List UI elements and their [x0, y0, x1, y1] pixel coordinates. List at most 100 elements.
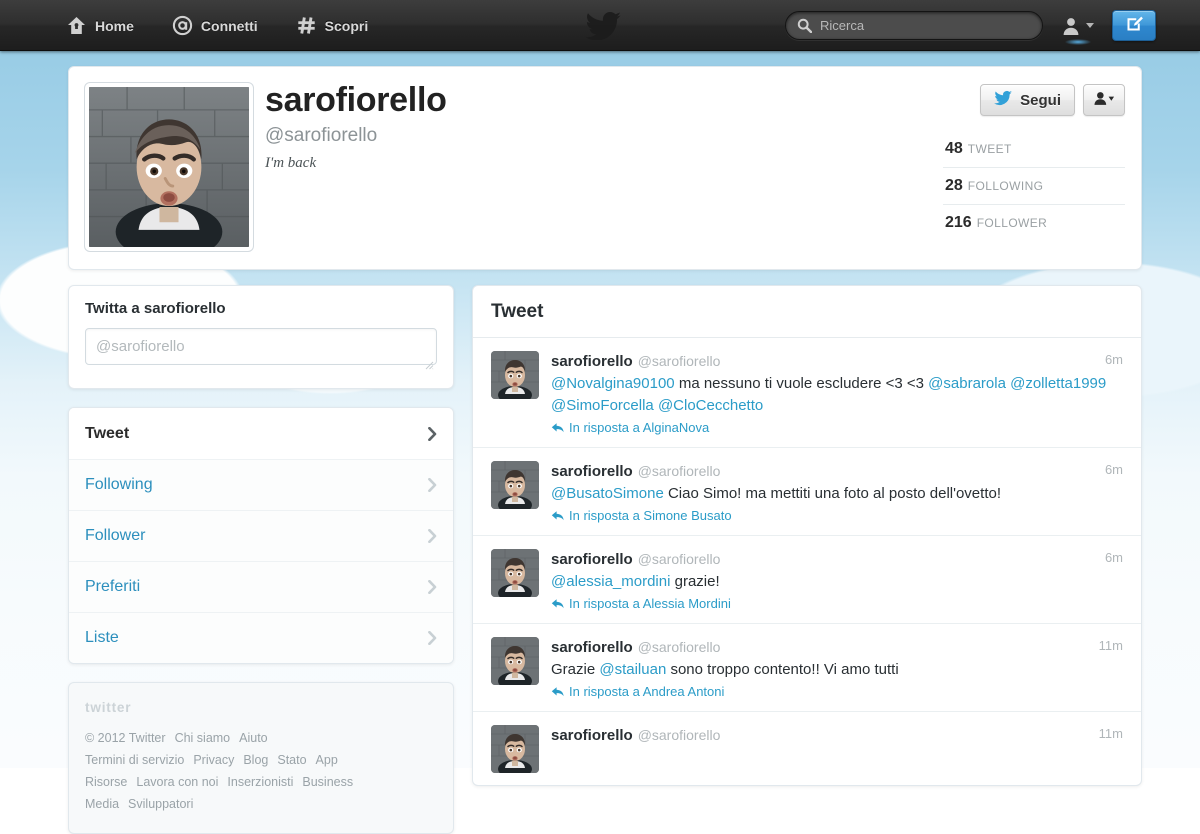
chevron-right-icon: [428, 580, 437, 599]
footer-link-chi-siamo[interactable]: Chi siamo: [175, 731, 231, 745]
footer-link-privacy[interactable]: Privacy: [193, 753, 234, 767]
tweet-timestamp[interactable]: 6m: [1105, 550, 1123, 565]
footer-line-4: Media Sviluppatori: [85, 793, 437, 815]
profile-actions: Segui: [980, 84, 1125, 116]
tweet-timestamp[interactable]: 11m: [1099, 726, 1123, 741]
tweet-mention-link[interactable]: @stailuan: [599, 661, 666, 678]
tweet-mention-link[interactable]: @SimoForcella: [551, 397, 654, 414]
tweet-mention-link[interactable]: @alessia_mordini: [551, 573, 670, 590]
tweet-author-name[interactable]: sarofiorello: [551, 463, 633, 480]
tweet-author-handle[interactable]: @sarofiorello: [638, 639, 721, 655]
tweet-author-handle[interactable]: @sarofiorello: [638, 551, 721, 567]
tweet-item[interactable]: sarofiorello @sarofiorello Grazie @stailua…: [473, 623, 1141, 711]
tweet-author-name[interactable]: sarofiorello: [551, 639, 633, 656]
tweet-avatar[interactable]: [491, 351, 539, 399]
compose-textarea[interactable]: [85, 328, 437, 365]
tweet-mention-link[interactable]: @Novalgina90100: [551, 375, 675, 392]
tweet-item[interactable]: sarofiorello @sarofiorello 11m: [473, 711, 1141, 785]
tweet-author-name[interactable]: sarofiorello: [551, 353, 633, 370]
stat-tweets-label: TWEET: [968, 142, 1012, 156]
nav-label-scopri: Scopri: [325, 18, 369, 34]
site-footer: twitter © 2012 TwitterChi siamoAiuto Ter…: [68, 682, 454, 834]
tweet-item[interactable]: sarofiorello @sarofiorello @Novalgina90100…: [473, 338, 1141, 447]
profile-avatar[interactable]: [85, 83, 253, 251]
compose-reply-card: Twitta a sarofiorello: [68, 285, 454, 389]
tweet-author-handle[interactable]: @sarofiorello: [638, 463, 721, 479]
tweet-mention-link[interactable]: @sabrarola: [928, 375, 1006, 392]
tweet-author-name[interactable]: sarofiorello: [551, 551, 633, 568]
tweet-avatar[interactable]: [491, 637, 539, 685]
reply-arrow-icon: [551, 422, 564, 434]
tweet-reply-context[interactable]: In risposta a Andrea Antoni: [551, 684, 1123, 699]
footer-link-lavora[interactable]: Lavora con noi: [136, 775, 218, 789]
tweet-body: sarofiorello @sarofiorello: [551, 725, 1123, 773]
tweet-author-handle[interactable]: @sarofiorello: [638, 353, 721, 369]
footer-link-sviluppatori[interactable]: Sviluppatori: [128, 797, 193, 811]
stat-tweets[interactable]: 48 TWEET: [943, 131, 1125, 167]
profile-handle: @sarofiorello: [265, 125, 377, 147]
tweet-timestamp[interactable]: 11m: [1099, 638, 1123, 653]
tweet-reply-context[interactable]: In risposta a AlginaNova: [551, 420, 1123, 435]
at-icon: [172, 15, 193, 36]
nav-label-home: Home: [95, 18, 134, 34]
tweet-item[interactable]: sarofiorello@sarofiorello@BusatoSimone C…: [473, 447, 1141, 535]
stat-followers-value: 216: [945, 214, 972, 231]
tweet-author-name[interactable]: sarofiorello: [551, 727, 633, 744]
tweet-author-handle[interactable]: @sarofiorello: [638, 727, 721, 743]
tweet-timestamp[interactable]: 6m: [1105, 462, 1123, 477]
sidebar-item-tweet[interactable]: Tweet: [69, 408, 453, 459]
svg-text:twitter: twitter: [85, 700, 131, 715]
footer-link-risorse[interactable]: Risorse: [85, 775, 127, 789]
tweet-list: sarofiorello @sarofiorello @Novalgina90100…: [473, 338, 1141, 785]
tweet-reply-label: In risposta a Andrea Antoni: [569, 684, 724, 699]
sidebar-item-follower[interactable]: Follower: [69, 510, 453, 561]
footer-link-inserzionisti[interactable]: Inserzionisti: [227, 775, 293, 789]
stat-followers[interactable]: 216FOLLOWER: [943, 204, 1125, 241]
sidebar-item-liste[interactable]: Liste: [69, 612, 453, 663]
nav-item-home[interactable]: Home: [60, 11, 140, 40]
tweet-avatar[interactable]: [491, 725, 539, 773]
sidebar-label-liste: Liste: [85, 629, 119, 647]
tweet-mention-link[interactable]: @BusatoSimone: [551, 485, 664, 502]
search-input[interactable]: [785, 11, 1043, 40]
profile-header-card: sarofiorello @sarofiorello I'm back Segu…: [68, 66, 1142, 270]
stat-tweets-value: 48: [945, 140, 963, 157]
footer-link-termini[interactable]: Termini di servizio: [85, 753, 184, 767]
footer-link-app[interactable]: App: [316, 753, 338, 767]
footer-link-stato[interactable]: Stato: [277, 753, 306, 767]
user-actions-button[interactable]: [1083, 84, 1125, 116]
tweet-avatar[interactable]: [491, 461, 539, 509]
compose-tweet-icon: [1124, 13, 1145, 39]
tweet-text-fragment: Grazie: [551, 661, 599, 678]
account-menu-button[interactable]: [1055, 11, 1100, 41]
tweet-item[interactable]: sarofiorello @sarofiorello @alessia_mordin…: [473, 535, 1141, 623]
sidebar-item-preferiti[interactable]: Preferiti: [69, 561, 453, 612]
footer-link-blog[interactable]: Blog: [243, 753, 268, 767]
top-navigation-bar: Home Connetti: [0, 0, 1200, 51]
tweet-avatar[interactable]: [491, 549, 539, 597]
sidebar-item-following[interactable]: Following: [69, 459, 453, 510]
tweet-reply-label: In risposta a AlginaNova: [569, 420, 709, 435]
follow-button[interactable]: Segui: [980, 84, 1075, 116]
footer-link-media[interactable]: Media: [85, 797, 119, 811]
tweet-reply-context[interactable]: In risposta a Simone Busato: [551, 508, 1123, 523]
footer-link-business[interactable]: Business: [302, 775, 353, 789]
profile-nav-list: Tweet Following Follower: [68, 407, 454, 664]
timeline-card: Tweet sarofiorello@sarofiorello@Novalgin…: [472, 285, 1142, 786]
tweet-mention-link[interactable]: @zolletta1999: [1010, 375, 1106, 392]
sidebar-label-follower: Follower: [85, 527, 145, 545]
tweet-body: sarofiorello @sarofiorello @alessia_mordin…: [551, 549, 1123, 611]
nav-item-connetti[interactable]: Connetti: [166, 11, 264, 40]
nav-item-scopri[interactable]: Scopri: [290, 11, 375, 40]
compose-tweet-button[interactable]: [1112, 10, 1156, 41]
tweet-reply-context[interactable]: In risposta a Alessia Mordini: [551, 596, 1123, 611]
chevron-right-icon: [428, 529, 437, 548]
stat-following[interactable]: 28FOLLOWING: [943, 167, 1125, 204]
tweet-text-fragment: grazie!: [670, 573, 719, 590]
tweet-mention-link[interactable]: @CloCecchetto: [658, 397, 763, 414]
profile-stats: 48 TWEET 28FOLLOWING 216FOLLOWER: [943, 131, 1125, 241]
footer-link-aiuto[interactable]: Aiuto: [239, 731, 268, 745]
left-column: Twitta a sarofiorello Tweet: [68, 285, 454, 834]
chevron-right-icon: [428, 427, 437, 446]
tweet-timestamp[interactable]: 6m: [1105, 352, 1123, 367]
